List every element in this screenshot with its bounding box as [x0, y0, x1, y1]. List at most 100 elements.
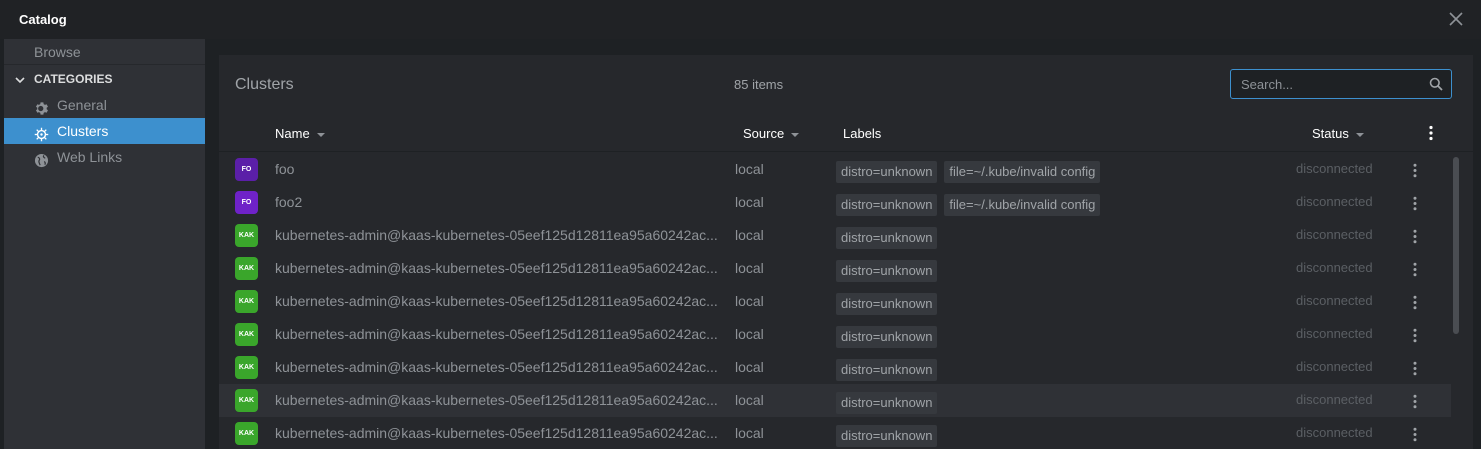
label-badge[interactable]: distro=unknown: [836, 260, 938, 282]
row-menu-icon[interactable]: [1411, 427, 1419, 442]
cluster-source: local: [735, 161, 764, 177]
cluster-status: disconnected: [1296, 326, 1373, 341]
table-row[interactable]: FO foo2 local distro=unknown file=~/.kube/in…: [219, 186, 1451, 219]
sidebar-item-web-links[interactable]: Web Links: [4, 144, 205, 170]
main-content: Clusters 85 items Name Source Labels Sta…: [205, 39, 1481, 449]
row-menu-icon[interactable]: [1411, 262, 1419, 277]
label-badge[interactable]: distro=unknown: [836, 326, 938, 348]
label-badge[interactable]: distro=unknown: [836, 293, 938, 315]
table-row[interactable]: KAK kubernetes-admin@kaas-kubernetes-05ee…: [219, 384, 1451, 417]
cluster-labels: distro=unknown file=~/.kube/invalid confi…: [836, 161, 1107, 183]
close-icon[interactable]: [1447, 10, 1465, 28]
table-row[interactable]: KAK kubernetes-admin@kaas-kubernetes-05ee…: [219, 351, 1451, 384]
cluster-name: kubernetes-admin@kaas-kubernetes-05eef12…: [275, 326, 718, 342]
sidebar: Browse CATEGORIES General Clusters Web L…: [0, 39, 205, 449]
table-row[interactable]: KAK kubernetes-admin@kaas-kubernetes-05ee…: [219, 285, 1451, 318]
sidebar-item-general[interactable]: General: [4, 92, 205, 118]
cluster-source: local: [735, 425, 764, 441]
column-header-source[interactable]: Source: [743, 126, 800, 141]
window-title: Catalog: [19, 12, 67, 27]
label-badge[interactable]: distro=unknown: [836, 359, 938, 381]
title-bar: Catalog: [0, 0, 1481, 39]
table-row[interactable]: KAK kubernetes-admin@kaas-kubernetes-05ee…: [219, 318, 1451, 351]
table-row[interactable]: FO foo local distro=unknown file=~/.kube/inv…: [219, 153, 1451, 186]
cluster-name: kubernetes-admin@kaas-kubernetes-05eef12…: [275, 425, 718, 441]
column-header-status[interactable]: Status: [1312, 126, 1364, 141]
cluster-avatar: KAK: [235, 356, 258, 379]
table-row[interactable]: KAK kubernetes-admin@kaas-kubernetes-05ee…: [219, 219, 1451, 252]
row-menu-icon[interactable]: [1411, 163, 1419, 178]
cluster-labels: distro=unknown: [836, 392, 944, 414]
categories-heading[interactable]: CATEGORIES: [4, 68, 112, 90]
clusters-panel: Clusters 85 items Name Source Labels Sta…: [219, 55, 1473, 449]
cluster-name: kubernetes-admin@kaas-kubernetes-05eef12…: [275, 293, 718, 309]
chevron-down-icon: [14, 74, 28, 86]
sidebar-item-browse[interactable]: Browse: [4, 39, 205, 65]
helm-icon: [34, 124, 49, 142]
cluster-avatar: KAK: [235, 224, 258, 247]
label-badge[interactable]: file=~/.kube/invalid config: [944, 161, 1101, 183]
cluster-name: foo: [275, 161, 295, 177]
column-header-name[interactable]: Name: [275, 126, 325, 141]
column-header-labels: Labels: [843, 126, 882, 141]
cluster-status: disconnected: [1296, 227, 1373, 242]
cluster-avatar: KAK: [235, 389, 258, 412]
cluster-avatar: KAK: [235, 257, 258, 280]
label-badge[interactable]: distro=unknown: [836, 425, 938, 447]
cluster-source: local: [735, 392, 764, 408]
cluster-name: foo2: [275, 194, 303, 210]
cluster-name: kubernetes-admin@kaas-kubernetes-05eef12…: [275, 392, 718, 408]
scrollbar-thumb[interactable]: [1453, 157, 1459, 334]
row-menu-icon[interactable]: [1411, 361, 1419, 376]
sort-caret-icon: [791, 132, 800, 137]
sidebar-item-label: Clusters: [57, 123, 109, 139]
row-menu-icon[interactable]: [1411, 328, 1419, 343]
cluster-status: disconnected: [1296, 293, 1373, 308]
cluster-avatar: KAK: [235, 290, 258, 313]
sidebar-item-label: General: [57, 97, 107, 113]
label-badge[interactable]: distro=unknown: [836, 227, 938, 249]
panel-title: Clusters: [235, 76, 294, 93]
cluster-status: disconnected: [1296, 161, 1373, 176]
cluster-status: disconnected: [1296, 425, 1373, 440]
cluster-source: local: [735, 227, 764, 243]
row-menu-icon[interactable]: [1411, 295, 1419, 310]
cluster-avatar: FO: [235, 158, 258, 181]
globe-icon: [34, 150, 49, 168]
cluster-source: local: [735, 194, 764, 210]
cluster-labels: distro=unknown: [836, 425, 944, 447]
cluster-labels: distro=unknown file=~/.kube/invalid confi…: [836, 194, 1107, 216]
table-row[interactable]: KAK kubernetes-admin@kaas-kubernetes-05ee…: [219, 417, 1451, 449]
cluster-labels: distro=unknown: [836, 260, 944, 282]
sidebar-item-clusters[interactable]: Clusters: [4, 118, 205, 144]
column-menu-icon[interactable]: [1427, 125, 1435, 141]
label-badge[interactable]: distro=unknown: [836, 194, 938, 216]
search-input[interactable]: [1231, 70, 1421, 98]
cluster-name: kubernetes-admin@kaas-kubernetes-05eef12…: [275, 227, 718, 243]
cluster-source: local: [735, 326, 764, 342]
cluster-labels: distro=unknown: [836, 293, 944, 315]
table-body: FO foo local distro=unknown file=~/.kube/inv…: [219, 153, 1451, 449]
cluster-avatar: FO: [235, 191, 258, 214]
label-badge[interactable]: distro=unknown: [836, 392, 938, 414]
cluster-source: local: [735, 359, 764, 375]
cluster-avatar: KAK: [235, 323, 258, 346]
row-menu-icon[interactable]: [1411, 196, 1419, 211]
cluster-labels: distro=unknown: [836, 227, 944, 249]
sort-caret-icon: [316, 132, 325, 137]
cluster-source: local: [735, 293, 764, 309]
cluster-status: disconnected: [1296, 194, 1373, 209]
label-badge[interactable]: distro=unknown: [836, 161, 938, 183]
cluster-labels: distro=unknown: [836, 326, 944, 348]
sort-caret-icon: [1355, 132, 1364, 137]
cluster-status: disconnected: [1296, 359, 1373, 374]
label-badge[interactable]: file=~/.kube/invalid config: [944, 194, 1101, 216]
row-menu-icon[interactable]: [1411, 229, 1419, 244]
cluster-status: disconnected: [1296, 260, 1373, 275]
categories-label: CATEGORIES: [34, 72, 113, 86]
cluster-name: kubernetes-admin@kaas-kubernetes-05eef12…: [275, 359, 718, 375]
search-icon[interactable]: [1429, 77, 1443, 91]
row-menu-icon[interactable]: [1411, 394, 1419, 409]
table-header: Name Source Labels Status: [219, 115, 1473, 152]
table-row[interactable]: KAK kubernetes-admin@kaas-kubernetes-05ee…: [219, 252, 1451, 285]
